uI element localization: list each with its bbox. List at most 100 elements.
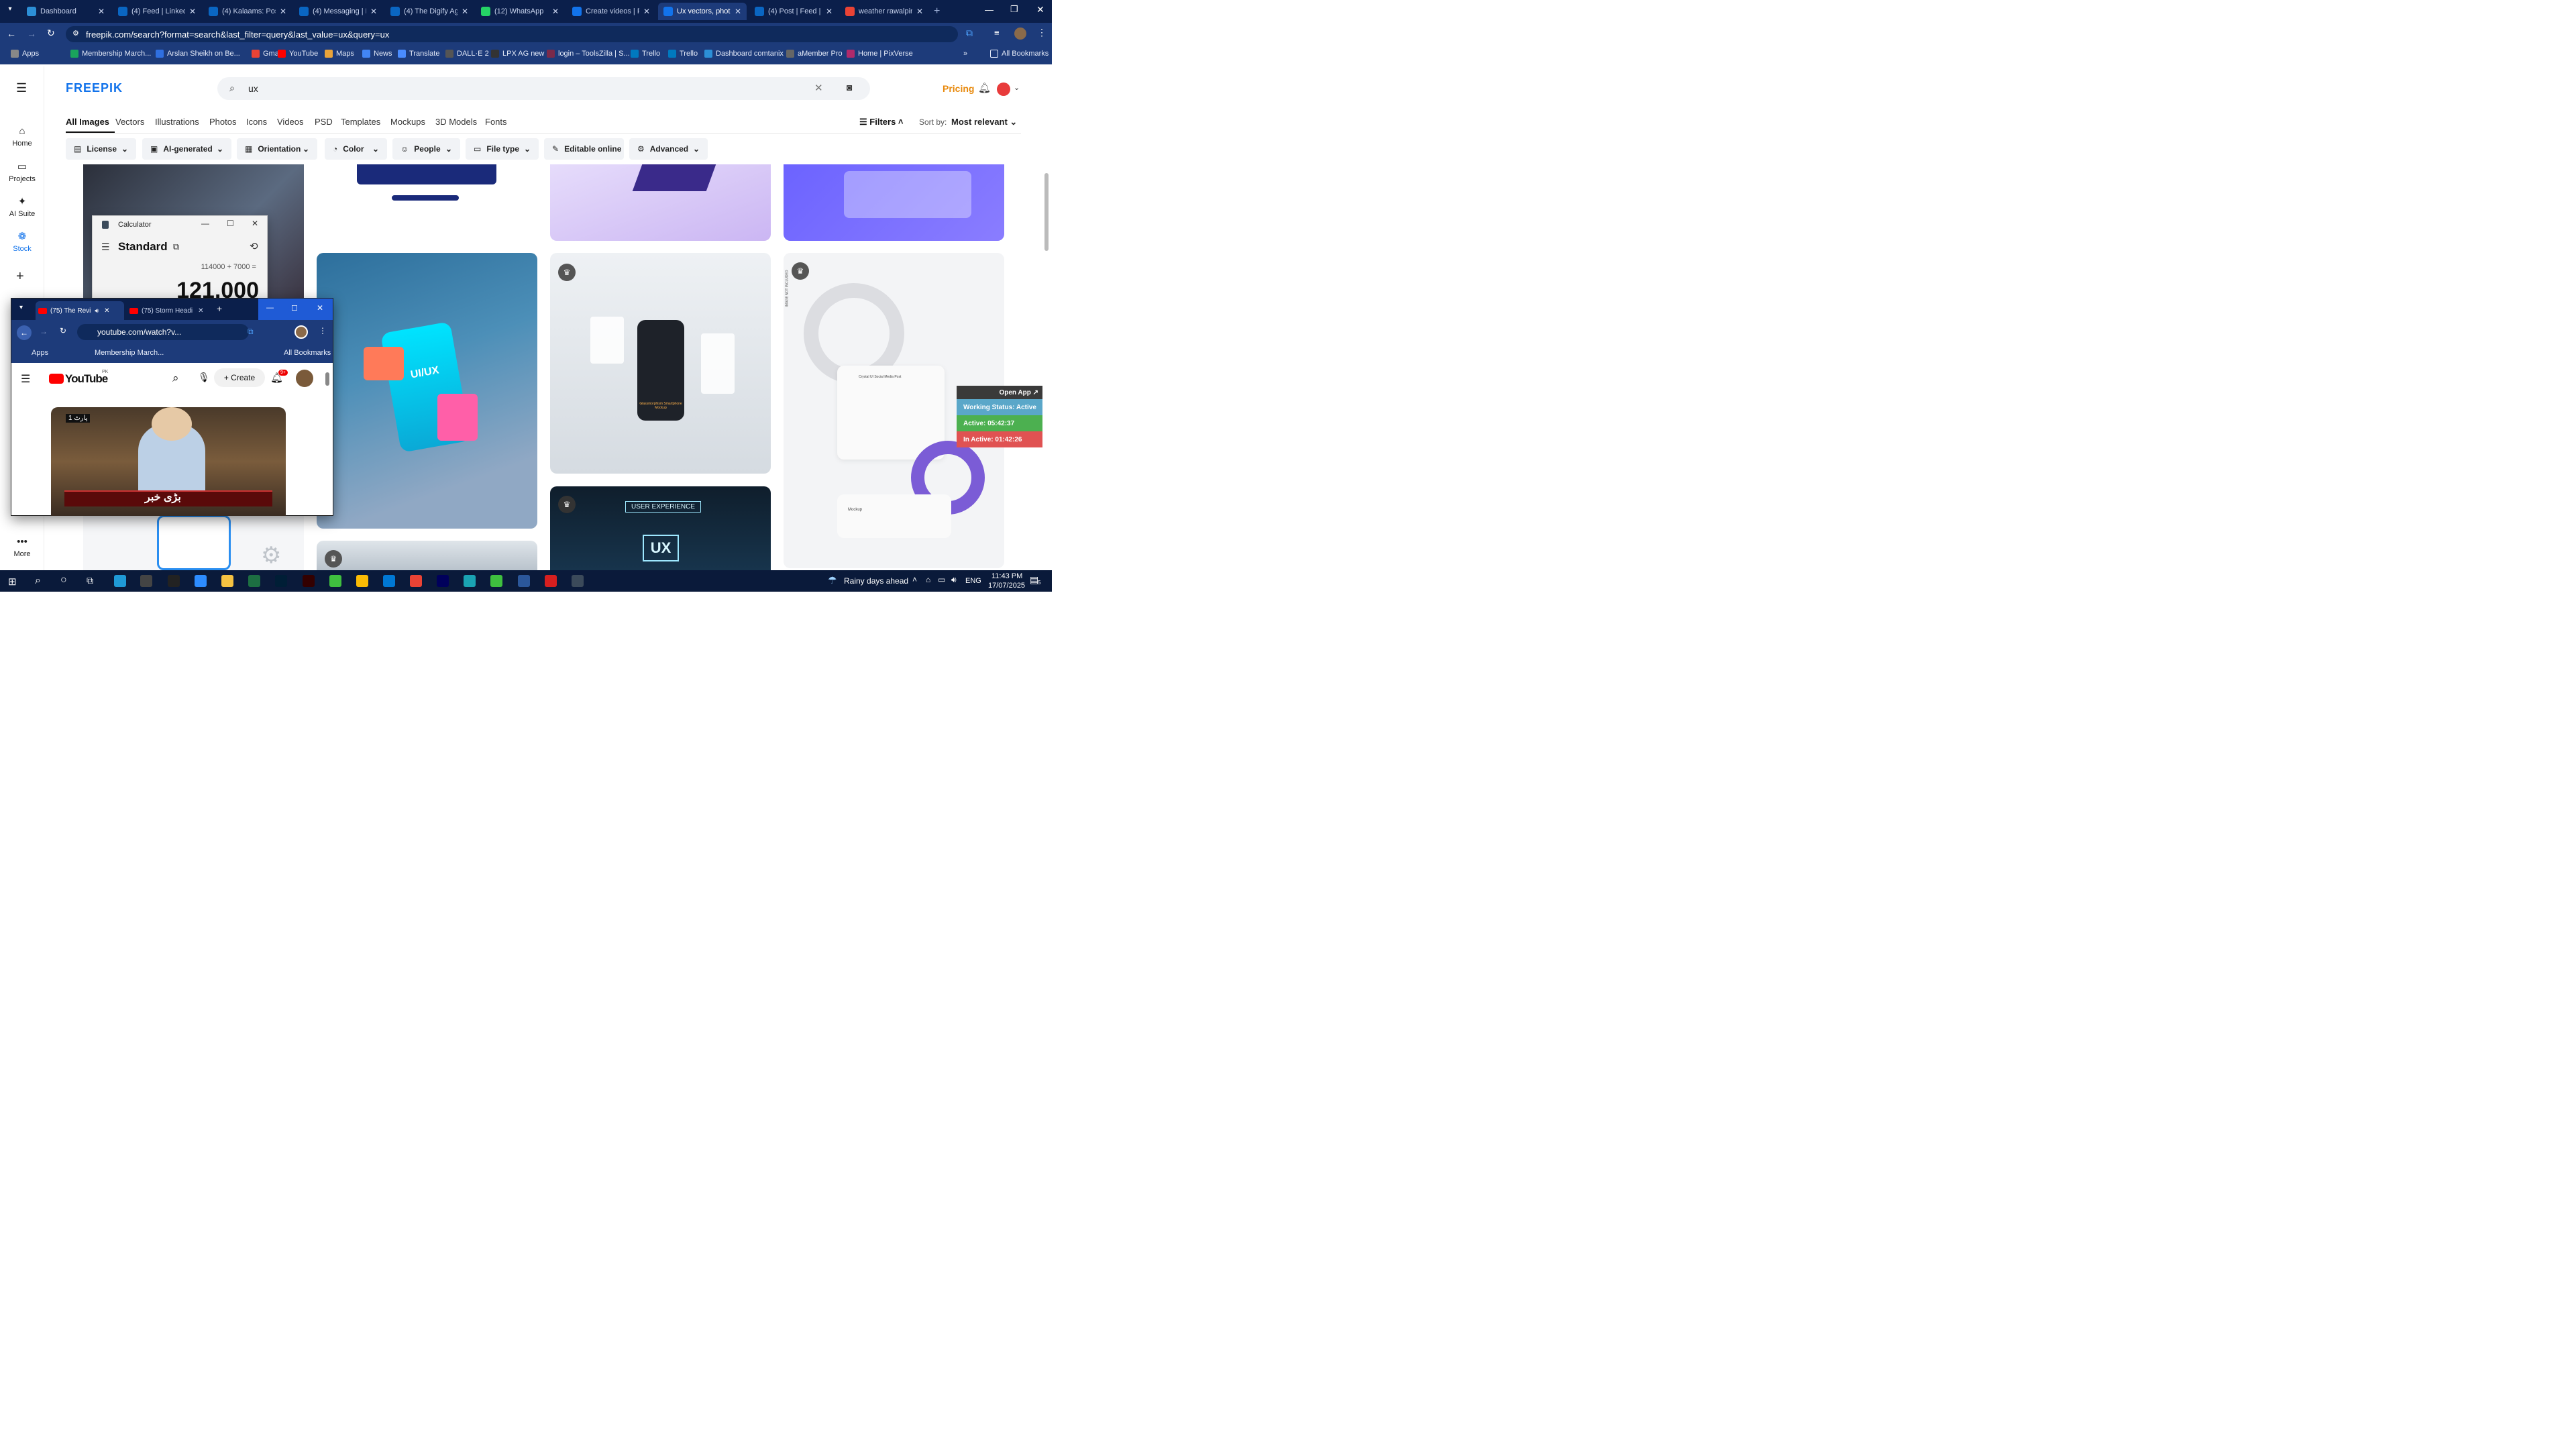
yt-back-icon[interactable]: ← [17,325,32,340]
category-tab[interactable]: Mockups [390,117,425,127]
sidebar-item-more[interactable]: ••• More [0,536,44,558]
network-icon[interactable]: ⌂ [926,575,930,584]
start-icon[interactable]: ⊞ [8,576,17,588]
filter-chip[interactable]: ▣ AI-generated ⌄ [142,138,231,160]
terminal-icon[interactable] [168,575,180,587]
yt-menu-icon[interactable]: ⋮ [319,326,327,335]
image-card-uiux-hand[interactable]: UI/UX [317,253,537,529]
bookmark-item[interactable]: Arslan Sheikh on Be... [156,50,240,58]
photoshop-icon[interactable] [275,575,287,587]
browser-tab[interactable]: (12) WhatsApp ✕ [476,3,564,20]
browser-tab[interactable]: Ux vectors, photos ✕ [658,3,747,20]
yt-create-button[interactable]: + Create [214,368,265,387]
yt-close-button[interactable]: ✕ [317,303,323,313]
cortana-icon[interactable]: ○ [60,574,67,586]
bookmark-item[interactable]: Membership March... [70,50,151,58]
category-tab[interactable]: Fonts [485,117,507,127]
clear-search-icon[interactable]: ✕ [814,82,823,94]
image-card-monitor[interactable] [317,164,537,241]
filter-chip[interactable]: ☺ People ⌄ [392,138,460,160]
bookmark-item[interactable]: Translate [398,50,439,58]
tab-close-icon[interactable]: ✕ [280,7,286,16]
chrome-icon[interactable] [356,575,368,587]
yt-extensions-icon[interactable]: ⧉ [248,327,254,337]
media-icon[interactable]: ≡ [994,28,1000,38]
camera-search-icon[interactable]: ◙ [847,82,852,93]
filter-chip[interactable]: ⚙ Advanced ⌄ [629,138,708,160]
vscode-icon[interactable] [383,575,395,587]
sidebar-item-projects[interactable]: ▭ Projects [0,160,44,183]
calc-minimize-button[interactable]: — [201,219,209,228]
bookmark-item[interactable]: Dashboard comtanix [704,50,784,58]
tab-close-icon[interactable]: ✕ [552,7,559,16]
category-tab[interactable]: PSD [315,117,333,127]
bookmark-item[interactable]: login – ToolsZilla | S... [547,50,630,58]
yt-minimize-button[interactable]: — [266,304,274,312]
edge-icon[interactable] [114,575,126,587]
back-icon[interactable]: ← [7,28,16,39]
browser-tab[interactable]: (4) Messaging | LinkedIn ✕ [294,3,382,20]
tab-close-icon[interactable]: ✕ [98,7,105,16]
category-tab[interactable]: 3D Models [435,117,477,127]
image-card-purple-ui[interactable] [784,164,1004,241]
bookmark-item[interactable]: News [362,50,392,58]
image-card-bottom-left[interactable]: ⚙ [83,515,304,570]
site-info-icon[interactable]: ⚙ [72,29,79,38]
keep-on-top-icon[interactable]: ⧉ [173,241,179,252]
calculator-icon[interactable] [572,575,584,587]
premiere-icon[interactable] [437,575,449,587]
category-tab[interactable]: Videos [277,117,304,127]
yt-video-thumbnail[interactable]: پارٹ 1 بڑی خبر [51,407,286,516]
yt-tab-search-button[interactable]: ▾ [19,304,23,311]
history-icon[interactable]: ⟲ [250,240,258,252]
reload-icon[interactable]: ↻ [47,28,55,39]
filter-chip[interactable]: ▦ Orientation ⌄ [237,138,317,160]
yt-avatar[interactable] [296,370,313,387]
yt-bookmark-apps[interactable]: Apps [32,349,48,357]
wifi-icon[interactable]: ▭ [938,575,945,584]
bookmark-item[interactable]: DALL·E 2 [445,50,489,58]
restore-button[interactable]: ❐ [1010,4,1018,15]
yt-scrollbar[interactable] [325,372,329,386]
clock-date[interactable]: 17/07/2025 [988,582,1025,590]
illustrator-icon[interactable] [303,575,315,587]
category-tab[interactable]: Photos [209,117,236,127]
add-icon[interactable]: + [16,269,24,284]
open-app-button[interactable]: Open App ↗ [957,386,1042,399]
bookmark-item[interactable]: aMember Pro [786,50,843,58]
yt-profile-avatar[interactable] [294,325,308,339]
bookmark-item[interactable]: Trello [631,50,660,58]
tab-close-icon[interactable]: ✕ [826,7,833,16]
browser-tab[interactable]: Dashboard ✕ [21,3,110,20]
excel-icon[interactable] [248,575,260,587]
calc-menu-icon[interactable]: ☰ [101,241,110,253]
user-avatar[interactable] [997,83,1010,96]
search-input[interactable]: ⌕ ux ✕ ◙ [217,77,870,100]
filter-chip[interactable]: ▤ License ⌄ [66,138,136,160]
youtube-logo-icon[interactable] [49,374,64,384]
new-tab-button[interactable]: + [934,5,940,17]
image-card-bottom-middle[interactable]: ♛ [317,541,537,570]
close-window-button[interactable]: ✕ [1036,4,1044,15]
extensions-icon[interactable]: ⧉ [966,28,973,39]
camtasia-icon[interactable] [329,575,341,587]
zoom-icon[interactable] [195,575,207,587]
bookmark-item[interactable]: Trello [668,50,698,58]
calc-maximize-button[interactable]: ☐ [227,219,234,228]
app-icon[interactable] [464,575,476,587]
bookmark-item[interactable]: Maps [325,50,354,58]
image-card-purple-phone[interactable] [550,164,771,241]
address-bar[interactable]: ⚙ freepik.com/search?format=search&last_… [66,26,958,42]
tab-close-icon[interactable]: ✕ [916,7,923,16]
menu-icon[interactable]: ⋮ [1037,27,1046,38]
image-card-user-experience[interactable]: ♛ USER EXPERIENCE UX [550,486,771,570]
tray-chevron-icon[interactable]: ˄ [912,575,917,584]
filter-chip[interactable]: ◔ Color ⌄ [325,138,387,160]
sidebar-item-ai-suite[interactable]: ✦ AI Suite [0,195,44,218]
yt-tab-close-icon[interactable]: ✕ [104,307,109,315]
yt-address-bar[interactable]: youtube.com/watch?v... [77,324,249,340]
yt-forward-icon[interactable]: → [40,327,48,336]
tab-search-button[interactable]: ▾ [4,5,16,17]
all-bookmarks[interactable]: All Bookmarks [990,50,1049,58]
audio-icon[interactable]: 🔊︎ [95,307,99,315]
